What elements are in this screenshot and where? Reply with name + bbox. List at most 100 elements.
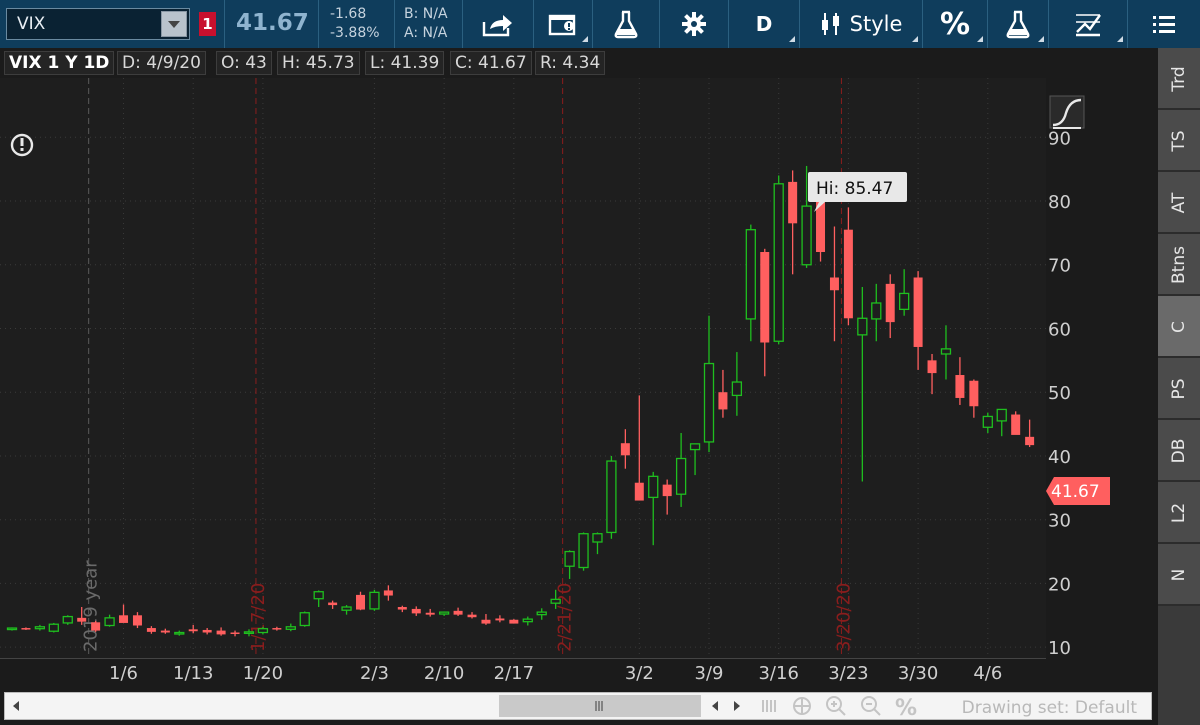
event-marker-label: 2/21/20 xyxy=(555,583,576,652)
tab-n[interactable]: N xyxy=(1158,544,1200,606)
bottom-bar: % Drawing set: Default xyxy=(0,688,1158,725)
candle xyxy=(62,615,73,625)
y-tick-label: 30 xyxy=(1048,511,1071,532)
y-tick-label: 60 xyxy=(1048,319,1071,340)
symbol-dropdown-button[interactable] xyxy=(161,11,187,37)
candle xyxy=(606,455,617,539)
percent-button[interactable]: % xyxy=(923,0,987,48)
chart-title: VIX 1 Y 1D xyxy=(4,51,115,75)
alert-window-icon xyxy=(547,10,579,38)
last-price: 41.67 xyxy=(236,10,309,36)
candle xyxy=(299,611,310,627)
chart-header: VIX 1 Y 1D D: 4/9/20 O: 43 H: 45.73 L: 4… xyxy=(0,48,1046,78)
style-label: Style xyxy=(849,12,903,36)
bid-price: B: N/A xyxy=(404,6,448,22)
scroll-left-arrow-icon[interactable] xyxy=(13,701,19,711)
last-price-tag-text: 41.67 xyxy=(1051,482,1100,502)
toolbar-divider xyxy=(394,0,395,48)
strategy-button[interactable] xyxy=(593,0,659,48)
side-tabs: Trd TS AT Btns C PS DB L2 N xyxy=(1158,48,1200,725)
tab-l2[interactable]: L2 xyxy=(1158,482,1200,544)
range-readout: R: 4.34 xyxy=(535,51,606,75)
studies-icon xyxy=(1004,9,1032,39)
x-tick-label: 2/17 xyxy=(494,663,534,684)
x-tick-label: 3/30 xyxy=(898,663,938,684)
step-right-icon[interactable] xyxy=(734,701,740,711)
candles-icon xyxy=(820,11,842,37)
aggregation-selector[interactable]: D xyxy=(729,0,799,48)
share-icon xyxy=(481,10,515,38)
tab-btns[interactable]: Btns xyxy=(1158,234,1200,296)
style-button[interactable]: Style xyxy=(800,0,922,48)
event-marker-label: 1/17/20 xyxy=(248,583,269,652)
tab-ts[interactable]: TS xyxy=(1158,110,1200,172)
percent-change: -3.88% xyxy=(330,25,380,41)
settings-button[interactable] xyxy=(660,0,728,48)
drawing-icon xyxy=(1073,10,1103,38)
candle xyxy=(6,627,18,631)
tab-ps[interactable]: PS xyxy=(1158,358,1200,420)
toolbar: VIX 1 41.67 -1.68 -3.88% B: N/A A: N/A D xyxy=(0,0,1200,48)
tab-trd[interactable]: Trd xyxy=(1158,48,1200,110)
chart-scrollbar[interactable]: % Drawing set: Default xyxy=(4,692,1152,720)
x-tick-label: 3/9 xyxy=(695,663,724,684)
y-tick-label: 70 xyxy=(1048,256,1071,277)
x-tick-label: 1/6 xyxy=(109,663,138,684)
gear-icon xyxy=(680,10,708,38)
alerts-button[interactable] xyxy=(534,0,592,48)
x-tick-label: 1/13 xyxy=(173,663,213,684)
toolbar-divider xyxy=(318,0,319,48)
tab-db[interactable]: DB xyxy=(1158,420,1200,482)
y-tick-label: 10 xyxy=(1048,638,1071,659)
candle xyxy=(48,622,59,633)
scroll-thumb[interactable] xyxy=(499,695,701,717)
y-tick-label: 80 xyxy=(1048,192,1071,213)
plot-area xyxy=(0,78,1046,658)
x-tick-label: 3/2 xyxy=(625,663,654,684)
candle xyxy=(1011,411,1021,435)
toolbar-divider xyxy=(224,0,225,48)
tab-at[interactable]: AT xyxy=(1158,172,1200,234)
candle xyxy=(509,619,519,624)
event-marker-label: 3/20/20 xyxy=(833,583,854,652)
flask-icon xyxy=(612,9,640,39)
high-readout: H: 45.73 xyxy=(277,51,360,75)
candle xyxy=(773,175,784,345)
candle xyxy=(369,589,380,611)
drawing-set-label[interactable]: Drawing set: Default xyxy=(962,698,1137,718)
date-readout: D: 4/9/20 xyxy=(117,51,206,75)
close-readout: C: 41.67 xyxy=(450,51,532,75)
x-tick-label: 1/20 xyxy=(243,663,283,684)
x-tick-label: 4/6 xyxy=(973,663,1002,684)
hi-bubble-text: Hi: 85.47 xyxy=(816,179,893,199)
symbol-text: VIX xyxy=(17,14,46,34)
percent-zoom-icon[interactable]: % xyxy=(895,696,917,719)
price-chart[interactable]: 2019 year 1/17/20 2/21/20 3/20/20 10 20 30 40 5… xyxy=(0,48,1158,688)
curve-toggle-icon[interactable] xyxy=(1049,95,1085,129)
candle xyxy=(91,621,101,632)
low-readout: L: 41.39 xyxy=(365,51,445,75)
y-tick-label: 40 xyxy=(1048,447,1071,468)
y-tick-label: 20 xyxy=(1048,574,1071,595)
x-tick-label: 3/16 xyxy=(758,663,798,684)
step-left-icon[interactable] xyxy=(712,701,718,711)
link-group-badge[interactable]: 1 xyxy=(199,12,216,36)
studies-button[interactable] xyxy=(988,0,1048,48)
share-button[interactable] xyxy=(463,0,533,48)
symbol-selector[interactable]: VIX xyxy=(6,8,190,40)
x-tick-label: 3/23 xyxy=(828,663,868,684)
open-readout: O: 43 xyxy=(216,51,272,75)
ask-price: A: N/A xyxy=(404,25,448,41)
net-change: -1.68 xyxy=(330,6,367,22)
candle xyxy=(578,532,589,571)
event-marker-label: 2019 year xyxy=(81,560,102,652)
menu-button[interactable] xyxy=(1128,0,1200,48)
last-price-tag: 41.67 xyxy=(1046,477,1110,505)
menu-icon xyxy=(1151,13,1177,35)
expand-icon[interactable] xyxy=(762,700,776,712)
tab-c[interactable]: C xyxy=(1158,296,1200,358)
y-tick-label: 90 xyxy=(1048,128,1071,149)
x-tick-label: 2/3 xyxy=(360,663,389,684)
drawings-button[interactable] xyxy=(1049,0,1127,48)
y-tick-label: 50 xyxy=(1048,383,1071,404)
